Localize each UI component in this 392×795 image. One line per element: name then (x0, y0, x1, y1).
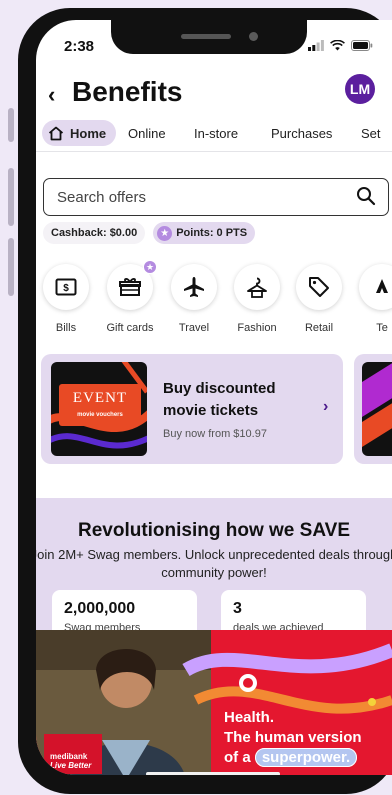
category-retail-label: Retail (304, 322, 334, 334)
tab-home[interactable]: Home (42, 120, 117, 146)
category-bills-label: Bills (55, 322, 77, 334)
search-placeholder: Search offers (57, 189, 146, 206)
tech-icon (376, 279, 388, 293)
header: ‹ Benefits (36, 74, 392, 118)
chevron-right-icon: › (323, 398, 329, 415)
category-fashion-circle (234, 264, 280, 310)
category-tech-circle (359, 264, 392, 310)
notch (111, 20, 307, 54)
avatar[interactable]: LM (345, 74, 375, 104)
medibank-logo: medibank Live Better (44, 734, 102, 774)
offer-card-subtitle: Buy now from $10.97 (163, 428, 267, 440)
category-retail[interactable]: Retail (287, 264, 351, 334)
medibank-logo-line2: Live Better (50, 761, 92, 770)
category-bills[interactable]: $ Bills (36, 264, 98, 334)
event-logo-sub: movie vouchers (77, 412, 123, 418)
plane-icon (184, 277, 204, 297)
medibank-logo-line1: medibank (50, 752, 88, 761)
promo-subtitle: Join 2M+ Swag members. Unlock unpreceden… (36, 547, 392, 580)
category-travel[interactable]: Travel (162, 264, 226, 334)
category-tech[interactable]: Te (350, 264, 392, 334)
svg-text:$: $ (63, 283, 69, 294)
cashback-chip[interactable]: Cashback: $0.00 (43, 222, 146, 244)
tab-in-store[interactable]: In-store (194, 120, 238, 146)
category-gift-circle: ★ (107, 260, 157, 310)
promo-title: Revolutionising how we SAVE (77, 520, 350, 541)
star-icon: ★ (157, 225, 173, 241)
banner-line1: Health. (224, 709, 275, 726)
category-gift-label: Gift cards (106, 322, 154, 334)
battery-icon (351, 40, 373, 51)
banner-line3-prefix: of a (224, 749, 251, 766)
category-fashion[interactable]: Fashion (225, 264, 289, 334)
points-text: Points: 0 PTS (176, 227, 248, 239)
cashback-text: Cashback: $0.00 (51, 227, 138, 239)
search-icon[interactable] (356, 186, 376, 206)
offer-card-image: EVENT movie vouchers (51, 362, 147, 456)
medibank-banner[interactable]: Health. The human version of a superpowe… (36, 630, 392, 775)
offer-card-title: Buy discounted movie tickets (163, 380, 276, 419)
balance-chips: Cashback: $0.00 ★ Points: 0 PTS (43, 222, 256, 244)
community-promo: Revolutionising how we SAVE Join 2M+ Swa… (36, 498, 392, 646)
back-button[interactable]: ‹ (48, 82, 55, 108)
home-indicator[interactable] (146, 772, 280, 775)
bill-icon: $ (55, 278, 77, 296)
tab-bar: Home Online In-store Purchases Set (36, 118, 392, 152)
category-gift-cards[interactable]: ★ Gift cards (98, 260, 162, 334)
camera (249, 32, 258, 41)
mute-switch (8, 108, 14, 142)
category-travel-circle (171, 264, 217, 310)
category-tech-label: Te (376, 322, 388, 334)
banner-headline: Health. The human version of a superpowe… (224, 708, 362, 768)
status-time: 2:38 (64, 38, 95, 55)
category-retail-circle (296, 264, 342, 310)
offer-card-next-image (362, 362, 392, 456)
tag-icon (309, 277, 329, 297)
category-bills-circle: $ (43, 264, 89, 310)
event-logo: EVENT movie vouchers (59, 384, 141, 426)
stat-deals-value: 3 (233, 600, 242, 617)
banner-line2: The human version (224, 729, 362, 746)
page-title: Benefits (72, 76, 183, 107)
home-icon (48, 126, 64, 140)
tab-purchases[interactable]: Purchases (271, 120, 332, 146)
category-row: $ Bills ★ Gift cards Travel Fashion Reta… (36, 260, 392, 334)
hanger-icon (247, 277, 267, 298)
featured-star-icon: ★ (143, 260, 157, 274)
banner-highlight: superpower. (254, 748, 358, 767)
speaker (181, 34, 231, 39)
status-icons (308, 40, 373, 51)
category-travel-label: Travel (178, 322, 210, 334)
tab-online[interactable]: Online (128, 120, 166, 146)
offer-card-movie[interactable]: EVENT movie vouchers Buy discounted movi… (41, 354, 343, 464)
volume-up-button (8, 168, 14, 226)
volume-down-button (8, 238, 14, 296)
gift-icon (119, 278, 141, 296)
app-screen: 2:38 ‹ Benefits LM Home Online In-store … (36, 20, 392, 775)
stat-members-value: 2,000,000 (64, 600, 136, 617)
banner-line3: of a superpower. (224, 748, 362, 768)
tab-home-label: Home (70, 125, 107, 141)
tab-settings[interactable]: Set (361, 120, 381, 146)
signal-icon (308, 40, 324, 51)
points-chip[interactable]: ★ Points: 0 PTS (153, 222, 256, 244)
event-logo-title: EVENT (72, 390, 128, 406)
category-fashion-label: Fashion (237, 322, 277, 334)
search-input[interactable]: Search offers (43, 178, 389, 216)
status-bar: 2:38 (36, 20, 392, 72)
offer-card-next[interactable] (354, 354, 392, 464)
decorative-stripes (362, 363, 392, 447)
wifi-icon (330, 40, 345, 51)
